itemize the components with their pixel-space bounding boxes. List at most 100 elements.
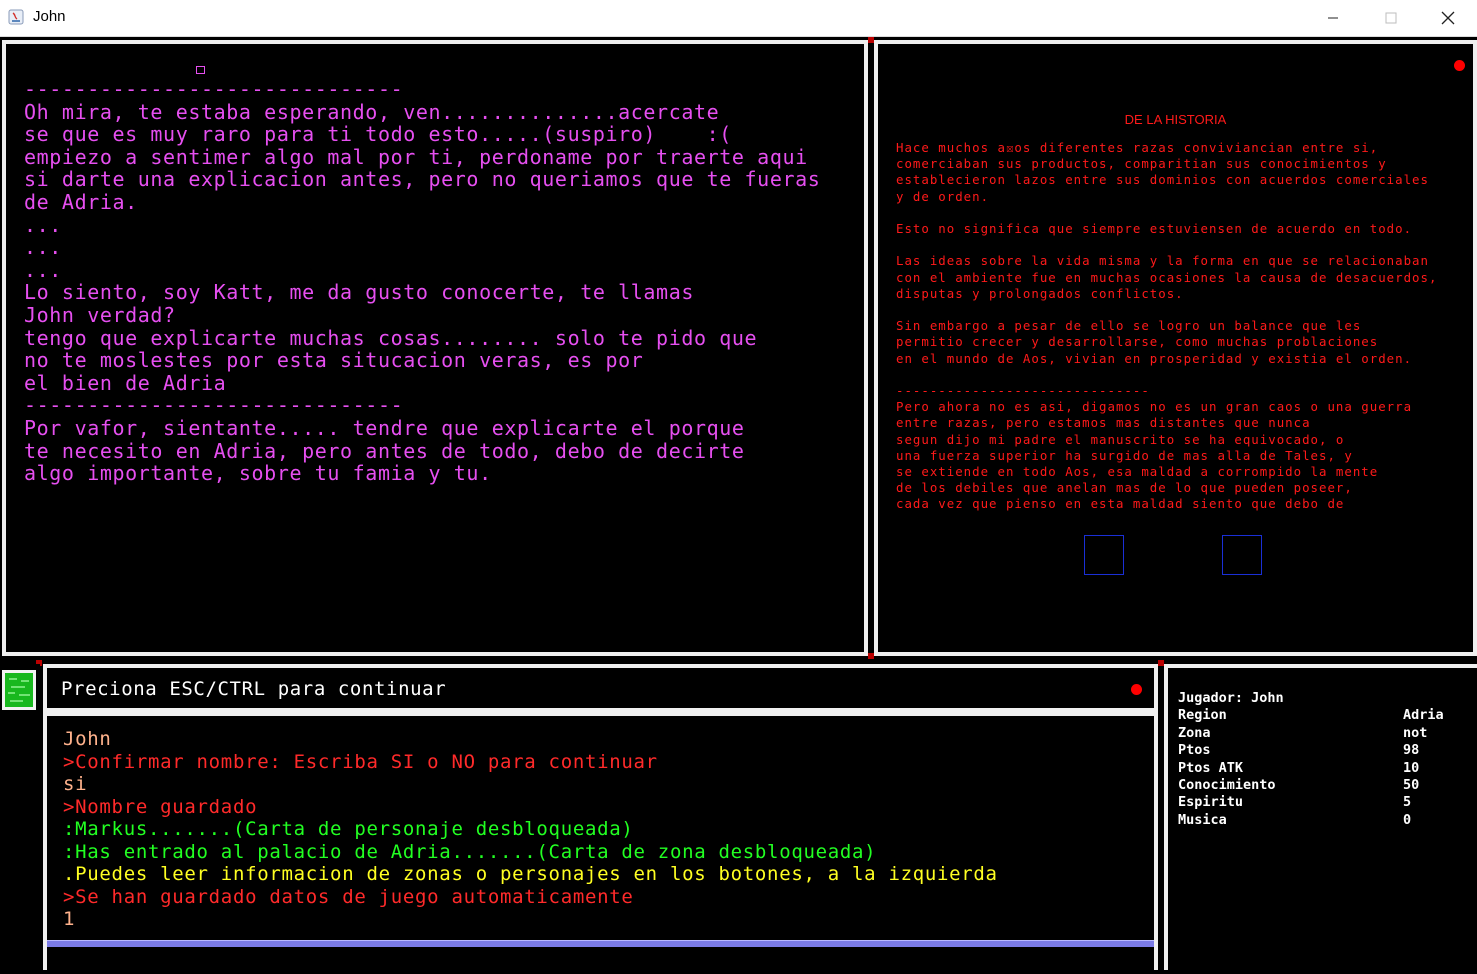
stats-row: Musica 0: [1178, 812, 1444, 829]
console-line: 1: [63, 908, 76, 930]
close-icon: [1441, 11, 1455, 25]
history-line: una fuerza superior ha surgido de mas al…: [896, 447, 1353, 463]
stats-value: 10: [1403, 759, 1420, 776]
stats-row: Zona not: [1178, 725, 1444, 742]
story-line: ...: [24, 257, 62, 282]
console-line: :Markus.......(Carta de personaje desblo…: [63, 818, 634, 840]
stats-player: Jugador: John: [1178, 690, 1444, 707]
story-line: ------------------------------: [24, 393, 404, 418]
history-title: DE LA HISTORIA: [1124, 112, 1227, 127]
console-line: si: [63, 773, 88, 795]
console-line: >Se han guardado datos de juego automati…: [63, 885, 634, 908]
maximize-icon: [1385, 12, 1397, 24]
story-panel: ------------------------------ Oh mira, t…: [2, 40, 868, 656]
stats-row: Ptos 98: [1178, 742, 1444, 759]
stats-label: Region: [1178, 707, 1227, 724]
close-button[interactable]: [1419, 0, 1477, 36]
console-line: John: [63, 728, 112, 750]
stats-label: Ptos ATK: [1178, 759, 1244, 776]
history-line: disputas y prolongados conflictos.: [896, 285, 1184, 301]
stats-value: not: [1403, 724, 1428, 741]
prompt-text: Preciona ESC/CTRL para continuar: [61, 678, 447, 700]
stats-label: Espiritu: [1178, 794, 1244, 811]
story-line: empiezo a sentimer algo mal por ti, perd…: [24, 144, 808, 169]
stats-panel: Jugador: John Region Adria Zona not Ptos 98 Pt…: [1164, 664, 1477, 970]
console-input-separator: [47, 940, 1154, 947]
split-marker: [868, 653, 874, 659]
stats-row: Espiritu 5: [1178, 794, 1444, 811]
stats-label: Zona: [1178, 724, 1211, 741]
story-line: Lo siento, soy Katt, me da gusto conocer…: [24, 280, 694, 305]
history-line: [896, 367, 1437, 383]
story-line: se que es muy raro para ti todo esto....…: [24, 122, 732, 147]
left-sidebar: [0, 664, 40, 970]
history-line: y de orden.: [896, 188, 990, 204]
history-line: Pero ahora no es asi, digamos no es un g…: [896, 399, 1413, 415]
prompt-status-dot: [1131, 684, 1142, 695]
history-line: cada vez que pienso en esta maldad sient…: [896, 496, 1345, 512]
stats-row: Ptos ATK 10: [1178, 760, 1444, 777]
console-panel: John >Confirmar nombre: Escriba SI o NO p…: [43, 712, 1158, 974]
stats-row: Region Adria: [1178, 707, 1444, 724]
history-text: Hace muchos a☒os diferentes razas conviv…: [896, 140, 1437, 513]
story-line: Por vafor, sientante..... tendre que exp…: [24, 415, 745, 440]
history-line: comerciaban sus productos, comparitian s…: [896, 156, 1387, 172]
history-line: de los debiles que anelan mas de lo que …: [896, 480, 1353, 496]
stats-label: Ptos: [1178, 742, 1211, 759]
console-line: .Puedes leer informacion de zonas o pers…: [63, 863, 998, 885]
history-panel: DE LA HISTORIA Hace muchos a☒os diferent…: [874, 40, 1477, 656]
history-line: se extiende en todo Aos, esa maldad a co…: [896, 464, 1379, 480]
stats-player-label: Jugador: John: [1178, 690, 1284, 706]
story-line: algo importante, sobre tu famia y tu.: [24, 461, 492, 486]
history-line: Sin embargo a pesar de ello se logro un …: [896, 318, 1362, 334]
window-title: John: [33, 8, 66, 25]
history-line: Las ideas sobre la vida misma y la forma…: [896, 253, 1429, 269]
history-line: [896, 302, 1437, 318]
story-line: John verdad?: [24, 302, 176, 327]
history-line: con el ambiente fue en muchas ocasiones …: [896, 269, 1438, 285]
story-line: el bien de Adria: [24, 370, 227, 395]
map-card-icon: [5, 673, 33, 707]
console-line: :Has entrado al palacio de Adria.......(…: [63, 840, 877, 863]
history-status-dot: [1454, 60, 1465, 71]
history-prev-button[interactable]: [1084, 535, 1124, 575]
history-line: entre razas, pero estamos mas distantes …: [896, 415, 1311, 431]
history-next-button[interactable]: [1222, 535, 1262, 575]
history-line: Esto no significa que siempre estuviense…: [896, 221, 1413, 237]
stats-value: Adria: [1403, 707, 1444, 724]
history-line: establecieron lazos entre sus dominios c…: [896, 172, 1429, 188]
story-line: te necesito en Adria, pero antes de todo…: [24, 438, 745, 463]
story-line: ...: [24, 235, 62, 260]
cursor-marker: [196, 66, 205, 74]
story-line: ------------------------------: [24, 77, 404, 101]
story-line: tengo que explicarte muchas cosas.......…: [24, 325, 758, 350]
prompt-bar: Preciona ESC/CTRL para continuar: [43, 664, 1158, 712]
stats-label: Musica: [1178, 811, 1227, 828]
history-line: [896, 237, 1437, 253]
maximize-button[interactable]: [1362, 0, 1420, 36]
minimize-icon: [1328, 17, 1338, 19]
stats-value: 98: [1403, 742, 1420, 759]
stats-value: 5: [1403, 794, 1412, 811]
story-line: de Adria.: [24, 189, 138, 214]
zone-card-button[interactable]: [2, 670, 36, 710]
history-line: Hace muchos a☒os diferentes razas conviv…: [896, 140, 1379, 155]
story-text: ------------------------------ Oh mira, t…: [24, 78, 820, 485]
java-app-icon: [8, 9, 24, 25]
story-line: si darte una explicacion antes, pero no …: [24, 167, 821, 192]
minimize-button[interactable]: [1304, 0, 1362, 36]
story-line: Oh mira, te estaba esperando, ven.......…: [24, 99, 720, 124]
stats-label: Conocimiento: [1178, 777, 1276, 794]
history-line: ------------------------------: [896, 383, 1150, 399]
window-titlebar: John: [0, 0, 1477, 37]
split-marker: [868, 37, 874, 43]
stats-row: Conocimiento 50: [1178, 777, 1444, 794]
console-line: >Nombre guardado: [63, 795, 258, 818]
story-line: ...: [24, 212, 62, 237]
history-line: [896, 205, 1437, 221]
history-line: segun dijo mi padre el manuscrito se ha …: [896, 431, 1345, 447]
story-line: no te moslestes por esta situcacion vera…: [24, 348, 644, 373]
stats-value: 50: [1403, 777, 1420, 794]
console-output: John >Confirmar nombre: Escriba SI o NO p…: [63, 728, 998, 931]
history-line: en el mundo de Aos, vivian en prosperida…: [896, 350, 1413, 366]
